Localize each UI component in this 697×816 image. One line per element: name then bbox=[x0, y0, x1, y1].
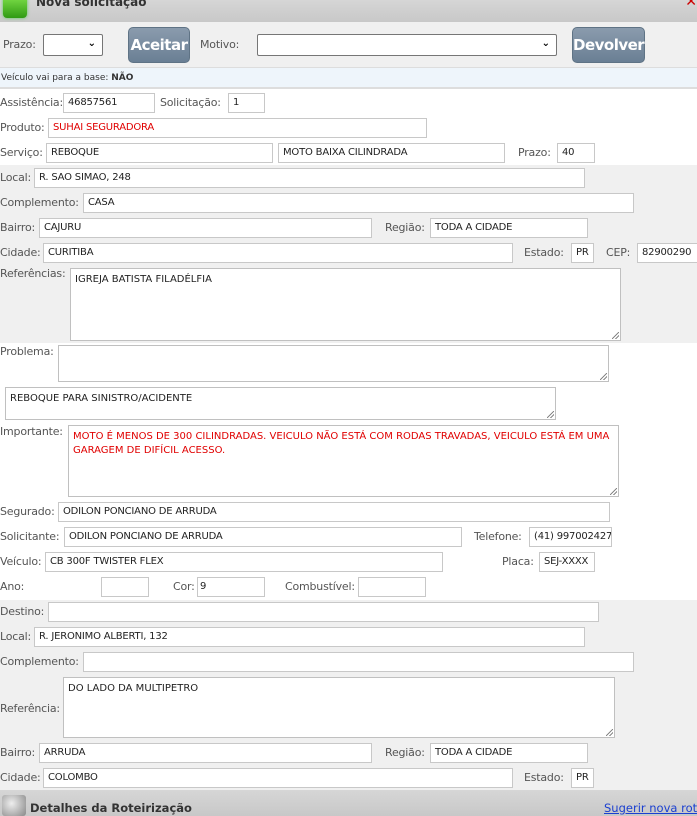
close-icon[interactable]: ✕ bbox=[685, 0, 697, 10]
solicitacao-input[interactable]: 1 bbox=[228, 93, 265, 113]
prazo-select[interactable]: ⌄ bbox=[43, 34, 103, 56]
app-icon bbox=[3, 0, 27, 18]
globe-icon bbox=[2, 795, 26, 816]
destino-bairro-input[interactable]: ARRUDA bbox=[39, 743, 372, 763]
prazo-label: Prazo: bbox=[3, 38, 36, 51]
estado-label: Estado: bbox=[524, 246, 564, 259]
local-label: Local: bbox=[0, 171, 32, 184]
servico-subtype-input[interactable]: MOTO BAIXA CILINDRADA bbox=[278, 143, 505, 163]
destino-cidade-input[interactable]: COLOMBO bbox=[43, 768, 513, 788]
cidade-input[interactable]: CURITIBA bbox=[43, 243, 513, 263]
destino-local-label: Local: bbox=[0, 630, 32, 643]
cor-input[interactable]: 9 bbox=[197, 577, 265, 597]
estado-input[interactable]: PR bbox=[571, 243, 594, 263]
referencias-label: Referências: bbox=[0, 267, 66, 280]
destino-regiao-label: Região: bbox=[385, 746, 425, 759]
prazo-input[interactable]: 40 bbox=[557, 143, 595, 163]
destino-complemento-input[interactable] bbox=[83, 652, 634, 672]
title-bar: Nova solicitação ✕ bbox=[0, 0, 697, 22]
regiao-input[interactable]: TODA A CIDADE bbox=[430, 218, 588, 238]
assistencia-input[interactable]: 46857561 bbox=[63, 93, 155, 113]
complemento-label: Complemento: bbox=[0, 196, 79, 209]
placa-label: Placa: bbox=[502, 555, 534, 568]
chevron-down-icon: ⌄ bbox=[87, 38, 96, 49]
problema-detail-textarea[interactable]: REBOQUE PARA SINISTRO/ACIDENTE bbox=[5, 387, 556, 420]
referencias-textarea[interactable]: IGREJA BATISTA FILADÉLFIA bbox=[70, 268, 621, 341]
ano-input[interactable] bbox=[101, 577, 149, 597]
placa-input[interactable]: SEJ-XXXX bbox=[539, 552, 595, 572]
cor-label: Cor: bbox=[173, 580, 195, 593]
importante-textarea[interactable]: MOTO É MENOS DE 300 CILINDRADAS. VEICULO… bbox=[68, 425, 619, 497]
complemento-input[interactable]: CASA bbox=[83, 193, 634, 213]
base-info: Veículo vai para a base: NÃO bbox=[0, 67, 697, 89]
prazo-field-label: Prazo: bbox=[518, 146, 551, 159]
toolbar: Prazo: ⌄ Aceitar Motivo: ⌄ Devolver bbox=[0, 22, 697, 67]
cep-input[interactable]: 82900290 bbox=[637, 243, 697, 263]
chevron-down-icon: ⌄ bbox=[541, 38, 550, 49]
bairro-label: Bairro: bbox=[0, 221, 35, 234]
base-info-label: Veículo vai para a base: bbox=[1, 73, 109, 83]
assistencia-label: Assistência: bbox=[0, 96, 63, 109]
cep-label: CEP: bbox=[606, 246, 631, 259]
problema-textarea[interactable] bbox=[58, 345, 609, 382]
window-title: Nova solicitação bbox=[36, 0, 147, 9]
motivo-label: Motivo: bbox=[200, 38, 240, 51]
combustivel-label: Combustível: bbox=[285, 580, 355, 593]
produto-label: Produto: bbox=[0, 121, 45, 134]
local-input[interactable]: R. SAO SIMAO, 248 bbox=[34, 168, 585, 188]
destino-estado-input[interactable]: PR bbox=[571, 768, 594, 788]
veiculo-label: Veículo: bbox=[0, 555, 42, 568]
base-info-value: NÃO bbox=[111, 73, 134, 83]
destino-local-input[interactable]: R. JERONIMO ALBERTI, 132 bbox=[34, 627, 585, 647]
destino-cidade-label: Cidade: bbox=[0, 771, 41, 784]
accept-button[interactable]: Aceitar bbox=[128, 27, 190, 63]
bairro-input[interactable]: CAJURU bbox=[39, 218, 372, 238]
solicitante-label: Solicitante: bbox=[0, 530, 60, 543]
destino-referencia-textarea[interactable]: DO LADO DA MULTIPETRO bbox=[63, 677, 615, 738]
destino-regiao-input[interactable]: TODA A CIDADE bbox=[430, 743, 588, 763]
segurado-input[interactable]: ODILON PONCIANO DE ARRUDA bbox=[58, 502, 610, 522]
problema-label: Problema: bbox=[0, 345, 54, 358]
servico-input[interactable]: REBOQUE bbox=[46, 143, 273, 163]
ano-label: Ano: bbox=[0, 580, 25, 593]
suggest-route-link[interactable]: Sugerir nova rota bbox=[604, 801, 697, 815]
routing-details-title: Detalhes da Roteirização bbox=[30, 801, 192, 815]
solicitacao-label: Solicitação: bbox=[160, 96, 221, 109]
return-button[interactable]: Devolver bbox=[572, 27, 645, 63]
destino-referencia-label: Referência: bbox=[0, 702, 60, 715]
telefone-label: Telefone: bbox=[474, 530, 522, 543]
segurado-label: Segurado: bbox=[0, 505, 55, 518]
regiao-label: Região: bbox=[385, 221, 425, 234]
telefone-input[interactable]: (41) 997002427 bbox=[529, 527, 612, 547]
routing-details-bar: Detalhes da Roteirização Sugerir nova ro… bbox=[0, 790, 697, 816]
destino-complemento-label: Complemento: bbox=[0, 655, 79, 668]
veiculo-input[interactable]: CB 300F TWISTER FLEX bbox=[45, 552, 443, 572]
motivo-select[interactable]: ⌄ bbox=[257, 34, 557, 56]
solicitante-input[interactable]: ODILON PONCIANO DE ARRUDA bbox=[64, 527, 462, 547]
destino-label: Destino: bbox=[0, 605, 45, 618]
combustivel-input[interactable] bbox=[358, 577, 426, 597]
importante-label: Importante: bbox=[0, 425, 63, 438]
destino-bairro-label: Bairro: bbox=[0, 746, 35, 759]
destino-estado-label: Estado: bbox=[524, 771, 564, 784]
produto-input[interactable]: SUHAI SEGURADORA bbox=[48, 118, 427, 138]
destino-input[interactable] bbox=[48, 602, 599, 622]
servico-label: Serviço: bbox=[0, 146, 43, 159]
cidade-label: Cidade: bbox=[0, 246, 41, 259]
